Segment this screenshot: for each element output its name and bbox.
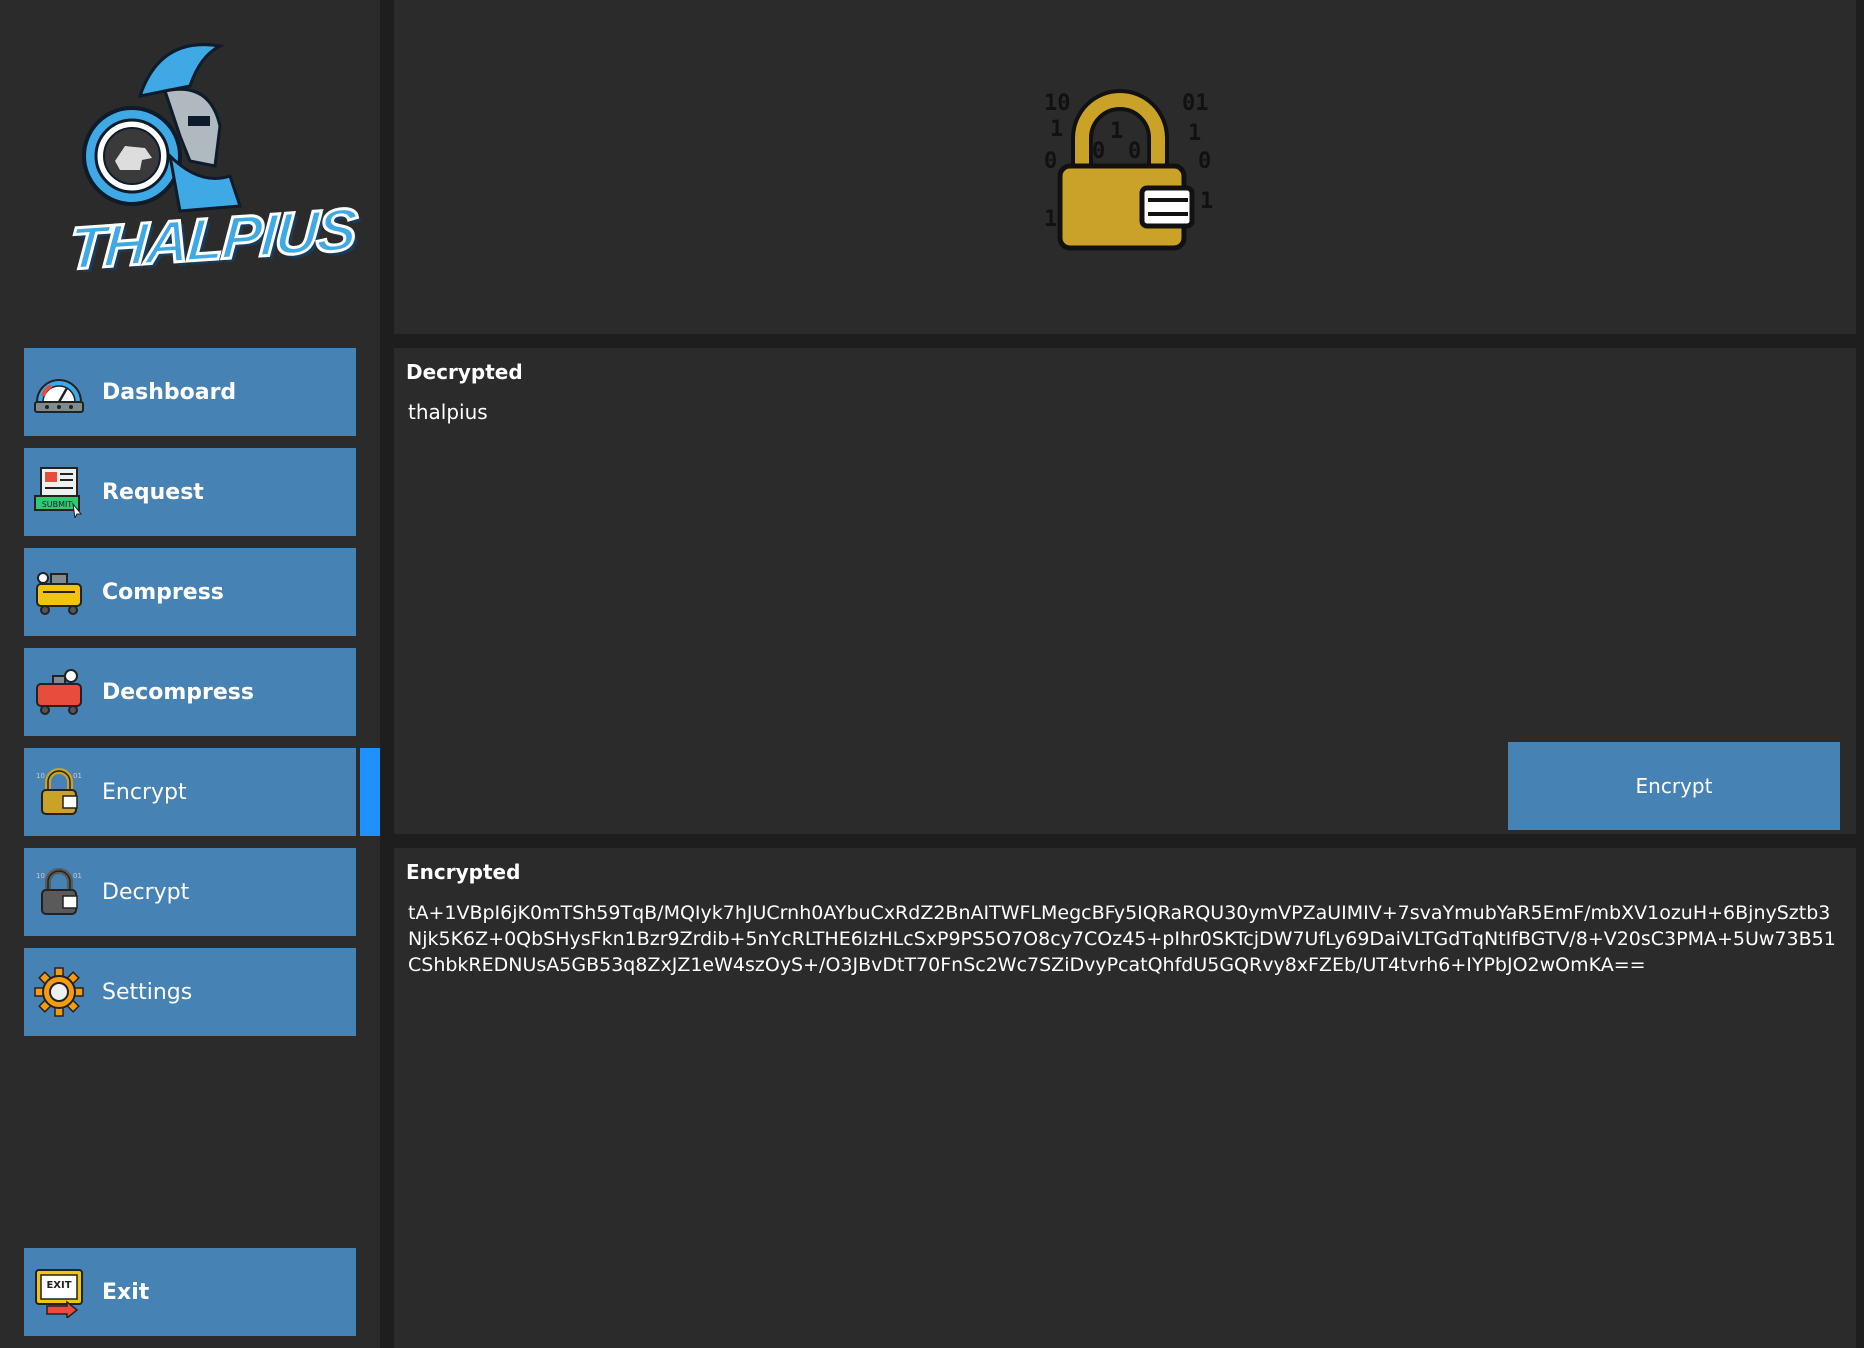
sidebar-item-label: Encrypt	[102, 779, 187, 805]
sidebar-item-settings[interactable]: Settings	[24, 948, 356, 1036]
sidebar-item-label: Compress	[102, 579, 224, 605]
submit-form-icon: SUBMIT	[32, 465, 86, 519]
exit-button[interactable]: EXIT Exit	[24, 1248, 356, 1336]
sidebar-item-decrypt[interactable]: 10 01 Decrypt	[24, 848, 356, 936]
sidebar-item-label: Decompress	[102, 679, 254, 705]
active-item-indicator	[360, 748, 380, 836]
thalpius-logo: THALPIUS	[65, 36, 359, 306]
sidebar-item-label: Decrypt	[102, 879, 190, 905]
sidebar-item-label: Request	[102, 479, 204, 505]
decompressor-icon	[32, 665, 86, 719]
sidebar-item-request[interactable]: SUBMIT Request	[24, 448, 356, 536]
decrypt-lock-icon: 10 01	[32, 865, 86, 919]
svg-text:0: 0	[1198, 149, 1211, 174]
sidebar-item-encrypt[interactable]: 10 01 Encrypt	[24, 748, 356, 836]
svg-text:1: 1	[1050, 117, 1063, 142]
svg-text:01: 01	[73, 872, 82, 880]
svg-text:01: 01	[73, 772, 82, 780]
encrypted-textbox[interactable]: tA+1VBpI6jK0mTSh59TqB/MQIyk7hJUCrnh0AYbu…	[408, 900, 1838, 978]
svg-text:1: 1	[1044, 207, 1057, 232]
gear-icon	[32, 965, 86, 1019]
svg-text:10: 10	[36, 772, 45, 780]
svg-text:10: 10	[1044, 91, 1071, 116]
sidebar-item-decompress[interactable]: Decompress	[24, 648, 356, 736]
svg-text:1: 1	[1188, 121, 1201, 146]
svg-text:SUBMIT: SUBMIT	[42, 500, 73, 509]
svg-text:1: 1	[1110, 119, 1123, 144]
decrypted-label: Decrypted	[406, 360, 523, 384]
dashboard-gauge-icon	[32, 365, 86, 419]
encrypted-label: Encrypted	[406, 860, 521, 884]
encrypted-panel: Encrypted tA+1VBpI6jK0mTSh59TqB/MQIyk7hJ…	[394, 848, 1856, 1348]
sidebar: THALPIUS Dashboard SUBMIT Request Compre…	[0, 0, 380, 1348]
svg-text:0: 0	[1092, 139, 1105, 164]
sidebar-item-label: Settings	[102, 979, 193, 1005]
encrypt-lock-icon: 10 01	[32, 765, 86, 819]
encrypt-button[interactable]: Encrypt	[1508, 742, 1840, 830]
compressor-icon	[32, 565, 86, 619]
sidebar-item-dashboard[interactable]: Dashboard	[24, 348, 356, 436]
svg-text:0: 0	[1044, 149, 1057, 174]
sidebar-item-compress[interactable]: Compress	[24, 548, 356, 636]
svg-text:0: 0	[1128, 139, 1141, 164]
binary-padlock-icon: 10 01 1 0 1 0 1 0 1 1 0 1	[1040, 86, 1220, 256]
header-panel: 10 01 1 0 1 0 1 0 1 1 0 1	[394, 0, 1856, 334]
decrypted-textbox[interactable]: thalpius	[408, 400, 488, 424]
svg-text:1: 1	[1200, 189, 1213, 214]
svg-text:01: 01	[1182, 91, 1209, 116]
sidebar-item-label: Dashboard	[102, 379, 237, 405]
exit-sign-icon: EXIT	[32, 1265, 86, 1319]
svg-text:EXIT: EXIT	[46, 1280, 71, 1291]
svg-text:10: 10	[36, 872, 45, 880]
exit-label: Exit	[102, 1279, 150, 1305]
